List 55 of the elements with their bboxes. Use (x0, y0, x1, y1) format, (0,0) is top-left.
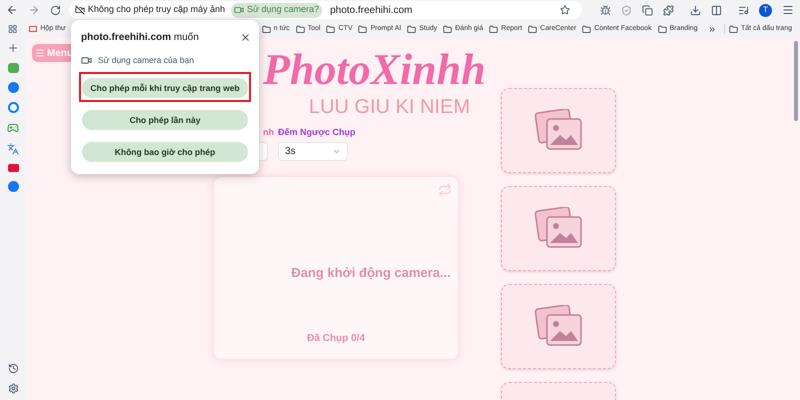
layout-label: nh (263, 126, 274, 138)
url-text: photo.freehihi.com (330, 4, 412, 18)
folder-icon (443, 24, 452, 34)
folder-icon (407, 24, 416, 34)
app-title: PhotoXinhh (263, 44, 487, 96)
switch-camera-icon[interactable] (438, 183, 452, 197)
folder-icon (489, 24, 498, 34)
folder-icon (658, 24, 667, 34)
gamepad-icon[interactable] (7, 122, 19, 134)
image-icon (532, 108, 584, 152)
permission-button[interactable]: Không bao giờ cho phép (82, 142, 248, 162)
folder-icon (296, 24, 305, 34)
folder-icon (326, 24, 336, 34)
image-icon (532, 206, 584, 250)
address-bar[interactable]: Không cho phép truy cập máy ảnh Sử dụng camera? photo.freehihi.com (68, 1, 582, 19)
permission-button[interactable]: Cho phép mỗi khi truy cập trang web (82, 78, 248, 98)
apps-icon[interactable] (8, 24, 18, 34)
translate-icon[interactable] (7, 143, 19, 155)
camera-status: Đang khởi động camera... (291, 264, 451, 282)
reload-icon[interactable] (50, 4, 61, 16)
countdown-label: Đếm Ngược Chụp (278, 126, 356, 138)
chevron-icon (332, 147, 341, 156)
folder-icon (729, 24, 738, 34)
camera-icon (234, 5, 244, 15)
mail-icon (29, 26, 38, 32)
plus-icon[interactable] (7, 42, 19, 54)
settings-icon[interactable] (8, 383, 18, 394)
permission-button[interactable]: Cho phép lần này (82, 110, 248, 130)
shot-count: Đã Chụp 0/4 (307, 332, 365, 346)
tabs-icon[interactable] (642, 4, 654, 16)
folder-icon (528, 24, 538, 34)
close-icon[interactable] (240, 32, 251, 43)
menu-icon (35, 48, 45, 58)
camera-icon (81, 54, 92, 66)
star-icon[interactable] (560, 5, 570, 15)
folder-icon (358, 24, 368, 34)
camera-off-icon (74, 5, 85, 15)
app-subtitle: LUU GIU KI NIEM (308, 96, 471, 118)
history-icon[interactable] (8, 363, 18, 374)
download-icon[interactable] (690, 4, 702, 16)
more-bookmarks-icon[interactable] (708, 24, 716, 34)
countdown-select[interactable]: 3s (278, 142, 348, 161)
popup-title: photo.freehihi.com muốn (81, 31, 199, 45)
back-icon[interactable] (6, 4, 18, 16)
split-view-icon[interactable] (711, 4, 722, 16)
menu-icon[interactable] (782, 4, 794, 16)
folder-icon (582, 24, 592, 34)
folder-icon (262, 24, 271, 34)
permission-chip[interactable]: Không cho phép truy cập máy ảnh (72, 3, 227, 17)
request-text: Sử dụng camera của bạn (98, 54, 194, 67)
profile-avatar[interactable]: T (759, 4, 772, 16)
media-icon[interactable] (738, 4, 750, 16)
image-icon (532, 304, 584, 348)
bug-icon[interactable] (600, 4, 612, 16)
extensions-icon[interactable] (663, 4, 674, 16)
